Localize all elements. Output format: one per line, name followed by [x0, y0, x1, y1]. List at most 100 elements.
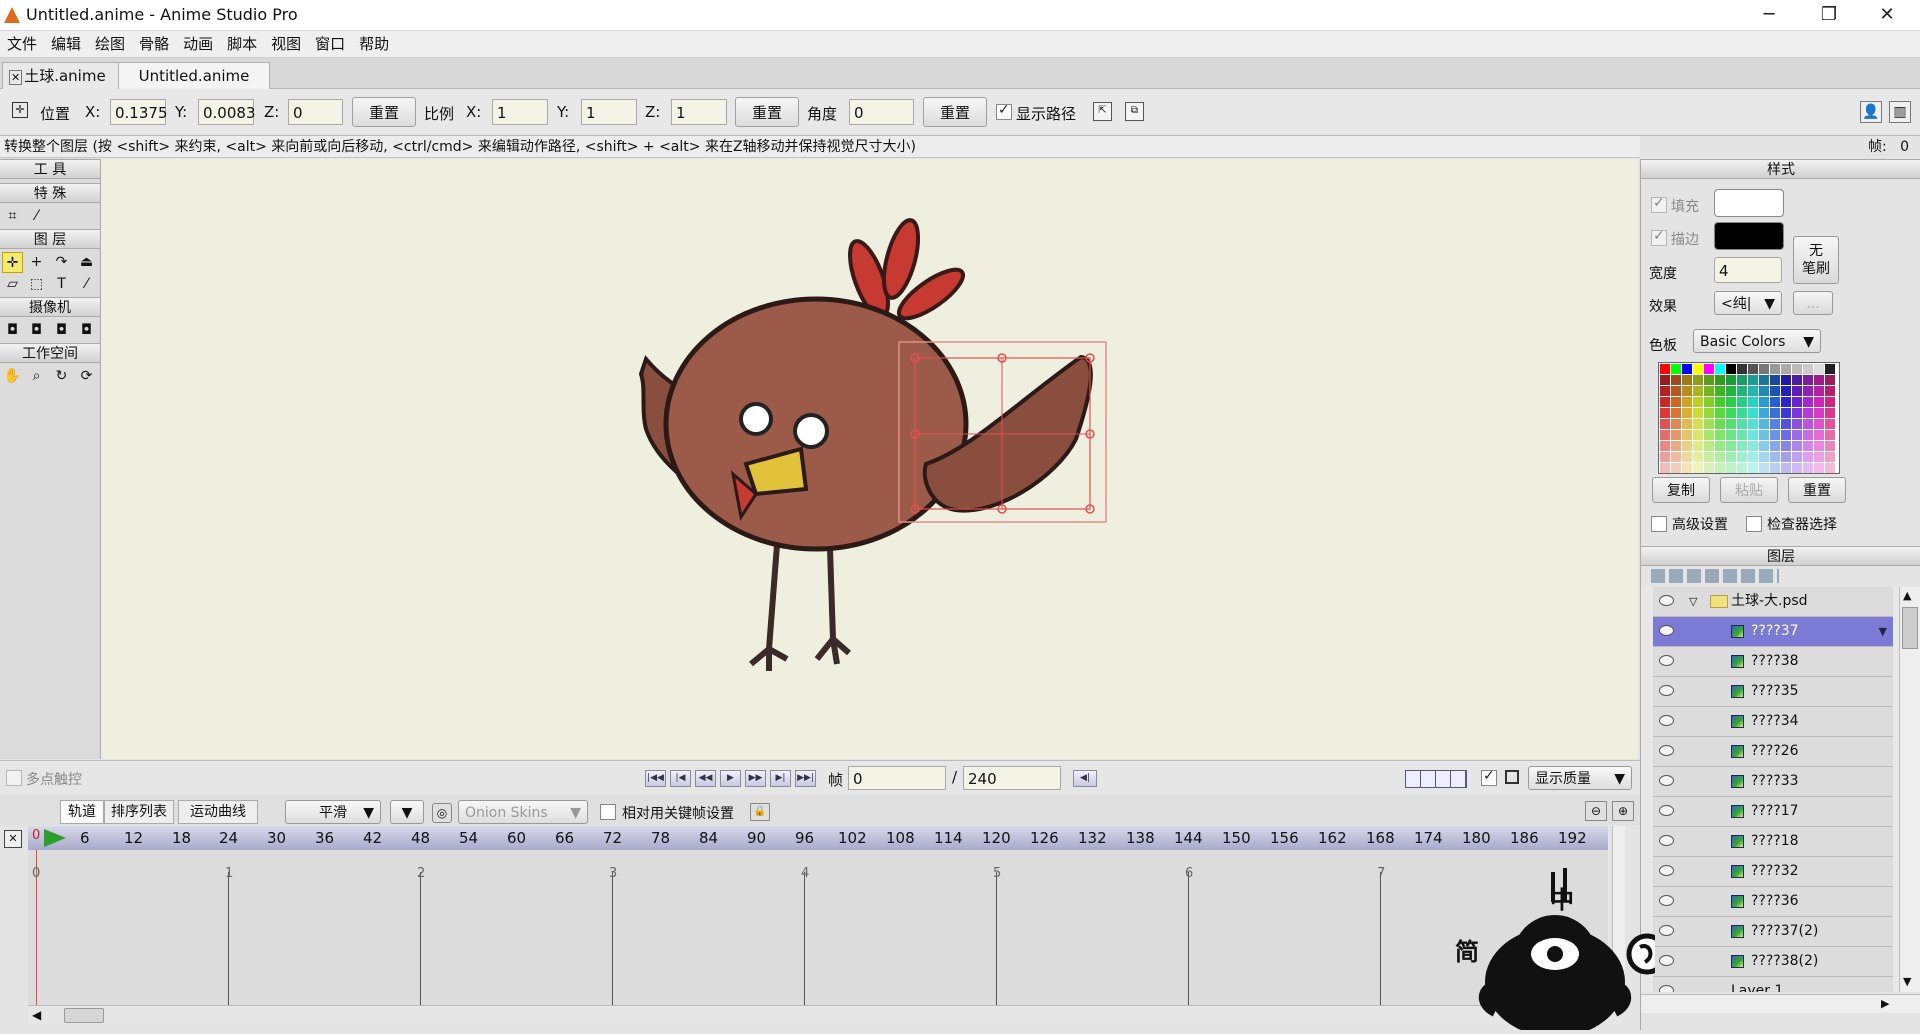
palette-swatch[interactable] [1814, 408, 1824, 418]
pos-y-input[interactable]: 0.0083 [198, 99, 256, 125]
layer-row[interactable]: ????17 [1653, 797, 1893, 827]
palette-swatch[interactable] [1737, 364, 1747, 374]
palette-swatch[interactable] [1748, 386, 1758, 396]
reset-style-button[interactable]: 重置 [1788, 477, 1846, 503]
lock-icon[interactable]: 🔒 [750, 803, 770, 821]
palette-swatch[interactable] [1737, 463, 1747, 473]
play-icon[interactable]: ▶ [720, 770, 741, 787]
show-path-checkbox[interactable] [996, 102, 1012, 120]
palette-swatch[interactable] [1825, 386, 1835, 396]
zoom-out-timeline-icon[interactable]: ⊖ [1585, 801, 1607, 821]
palette-swatch[interactable] [1825, 364, 1835, 374]
shear-tool-icon[interactable]: ⏏ [76, 252, 97, 273]
palette-swatch[interactable] [1726, 397, 1736, 407]
palette-swatch[interactable] [1770, 419, 1780, 429]
palette-swatch[interactable] [1792, 397, 1802, 407]
layer-row[interactable]: ????38(2) [1653, 947, 1893, 977]
bounding-box-icon[interactable]: ⧉ [1125, 102, 1144, 121]
pick-layer-icon[interactable]: ⁄ [76, 274, 97, 295]
palette-swatch[interactable] [1671, 419, 1681, 429]
visibility-eye-icon[interactable] [1659, 715, 1674, 726]
angle-input[interactable]: 0 [849, 99, 914, 125]
advanced-checkbox[interactable] [1651, 516, 1667, 532]
palette-swatch[interactable] [1781, 419, 1791, 429]
stroke-checkbox[interactable] [1651, 228, 1667, 246]
palette-swatch[interactable] [1825, 463, 1835, 473]
palette-swatch[interactable] [1715, 364, 1725, 374]
layer-row[interactable]: Layer 1 [1653, 977, 1893, 992]
palette-swatch[interactable] [1693, 463, 1703, 473]
menu-window[interactable]: 窗口 [308, 31, 352, 57]
palette-swatch[interactable] [1759, 441, 1769, 451]
menu-draw[interactable]: 绘图 [88, 31, 132, 57]
palette-swatch[interactable] [1825, 408, 1835, 418]
maximize-button[interactable]: ❐ [1806, 0, 1852, 30]
palette-swatch[interactable] [1748, 364, 1758, 374]
layer-row[interactable]: ????26 [1653, 737, 1893, 767]
palette-swatch[interactable] [1660, 408, 1670, 418]
palette-swatch[interactable] [1715, 375, 1725, 385]
frame-input[interactable]: 0 [848, 766, 946, 790]
zoom-tool-icon[interactable]: ⌕ [26, 366, 47, 387]
palette-swatch[interactable] [1814, 430, 1824, 440]
palette-swatch[interactable] [1682, 397, 1692, 407]
text-tool-icon[interactable]: T [51, 274, 72, 295]
palette-swatch[interactable] [1715, 386, 1725, 396]
color-palette-grid[interactable] [1658, 362, 1840, 474]
ime-overlay[interactable]: 中 简 [1455, 862, 1668, 1034]
palette-swatch[interactable] [1770, 397, 1780, 407]
relative-keys-checkbox[interactable] [600, 804, 616, 820]
camera-roll-icon[interactable]: ◘ [51, 320, 72, 341]
palette-swatch[interactable] [1748, 397, 1758, 407]
palette-swatch[interactable] [1792, 441, 1802, 451]
key-options-dropdown[interactable]: ▼ [390, 800, 424, 824]
display-quality-dropdown[interactable]: 显示质量 ▼ [1528, 766, 1632, 790]
tab-channels[interactable]: 轨道 [60, 800, 104, 824]
palette-swatch[interactable] [1726, 375, 1736, 385]
palette-swatch[interactable] [1781, 463, 1791, 473]
timeline-hscroll[interactable]: ◀ [28, 1005, 1622, 1024]
palette-swatch[interactable] [1682, 364, 1692, 374]
palette-swatch[interactable] [1825, 397, 1835, 407]
quality-checkbox[interactable] [1481, 768, 1497, 786]
palette-swatch[interactable] [1671, 364, 1681, 374]
rewind-icon[interactable]: |◀◀ [645, 770, 666, 787]
menu-help[interactable]: 帮助 [352, 31, 396, 57]
palette-swatch[interactable] [1759, 419, 1769, 429]
layers-scroll-thumb[interactable] [1902, 607, 1918, 649]
palette-swatch[interactable] [1792, 463, 1802, 473]
palette-swatch[interactable] [1803, 386, 1813, 396]
total-frames-input[interactable]: 240 [963, 766, 1061, 790]
palette-swatch[interactable] [1704, 375, 1714, 385]
layer-row[interactable]: ????37 ▼ [1653, 617, 1893, 647]
palette-swatch[interactable] [1715, 452, 1725, 462]
palette-swatch[interactable] [1792, 364, 1802, 374]
expand-chevron-icon[interactable]: ▽ [1689, 587, 1697, 616]
palette-swatch[interactable] [1660, 419, 1670, 429]
visibility-eye-icon[interactable] [1659, 895, 1674, 906]
visibility-eye-icon[interactable] [1659, 925, 1674, 936]
close-track-icon[interactable]: ✕ [4, 830, 22, 848]
palette-swatch[interactable] [1737, 430, 1747, 440]
palette-swatch[interactable] [1704, 397, 1714, 407]
palette-swatch[interactable] [1693, 441, 1703, 451]
palette-swatch[interactable] [1825, 441, 1835, 451]
set-origin-tool-icon[interactable]: + [26, 252, 47, 273]
palette-swatch[interactable] [1825, 375, 1835, 385]
palette-swatch[interactable] [1770, 408, 1780, 418]
camera-pan-icon[interactable]: ◘ [76, 320, 97, 341]
palette-swatch[interactable] [1814, 364, 1824, 374]
palette-swatch[interactable] [1693, 397, 1703, 407]
palette-swatch[interactable] [1792, 452, 1802, 462]
palette-swatch[interactable] [1704, 463, 1714, 473]
character-icon[interactable]: 👤 [1860, 101, 1882, 123]
pos-z-input[interactable]: 0 [288, 99, 343, 125]
perspective-tool-icon[interactable]: ▱ [2, 274, 23, 295]
no-brush-button[interactable]: 无笔刷 [1793, 236, 1839, 284]
palette-swatch[interactable] [1693, 430, 1703, 440]
palette-swatch[interactable] [1726, 364, 1736, 374]
pos-x-input[interactable]: 0.1375 [110, 99, 168, 125]
chevron-down-icon[interactable]: ▼ [1879, 617, 1887, 646]
layers-list[interactable]: ▽ 土球-大.psd ????37 ▼ ????38 ????35 ????34 … [1641, 587, 1899, 992]
effect-more-button[interactable]: ... [1793, 291, 1833, 315]
